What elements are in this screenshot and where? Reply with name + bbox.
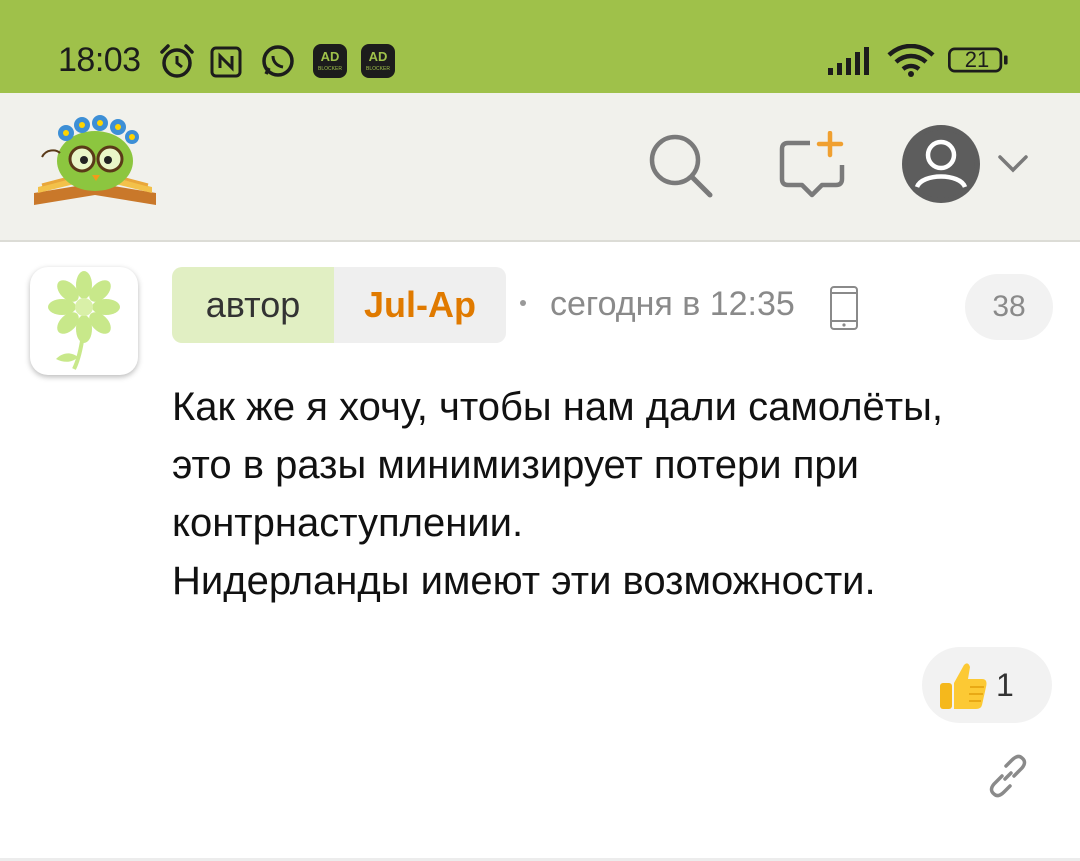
link-icon[interactable] bbox=[984, 752, 1032, 800]
flower-icon bbox=[48, 271, 120, 370]
profile-icon[interactable] bbox=[900, 123, 982, 205]
comment-line: контрнаступлении. bbox=[172, 501, 524, 545]
signal-icon bbox=[828, 47, 869, 75]
ad-blocker-icon: AD BLOCKER bbox=[313, 44, 347, 78]
search-icon[interactable] bbox=[646, 131, 716, 201]
ad-blocker-icon: AD BLOCKER bbox=[361, 44, 395, 78]
comment-time: сегодня в 12:35 bbox=[550, 285, 795, 323]
comment-count-badge[interactable]: 38 bbox=[965, 274, 1053, 340]
author-tag: автор bbox=[172, 267, 334, 343]
mobile-device-icon bbox=[830, 286, 858, 330]
battery-level: 21 bbox=[964, 47, 990, 72]
like-count: 1 bbox=[996, 667, 1014, 703]
comment-line: Как же я хочу, чтобы нам дали самолёты, bbox=[172, 385, 943, 429]
thumbs-up-icon bbox=[940, 663, 987, 709]
comment-line: это в разы минимизирует потери при bbox=[172, 443, 859, 487]
alarm-icon bbox=[160, 44, 194, 78]
separator-dot bbox=[520, 300, 526, 306]
comment-text: Как же я хочу, чтобы нам дали самолёты, … bbox=[172, 378, 1052, 610]
chevron-down-icon[interactable] bbox=[996, 153, 1030, 175]
status-time: 18:03 bbox=[58, 41, 141, 79]
wifi-icon bbox=[887, 44, 935, 77]
avatar[interactable] bbox=[30, 267, 138, 375]
whatsapp-icon bbox=[262, 45, 294, 77]
app-header bbox=[0, 93, 1080, 242]
logo-owl-icon[interactable] bbox=[30, 113, 160, 211]
new-message-icon[interactable] bbox=[778, 131, 848, 201]
nfc-icon bbox=[210, 46, 242, 78]
like-button[interactable] bbox=[922, 647, 1052, 723]
author-name[interactable]: Jul-Ap bbox=[334, 267, 506, 343]
status-bar: 18:03 AD BLOCKER AD BLOCKER 21 bbox=[0, 0, 1080, 93]
comment-line: Нидерланды имеют эти возможности. bbox=[172, 559, 876, 603]
